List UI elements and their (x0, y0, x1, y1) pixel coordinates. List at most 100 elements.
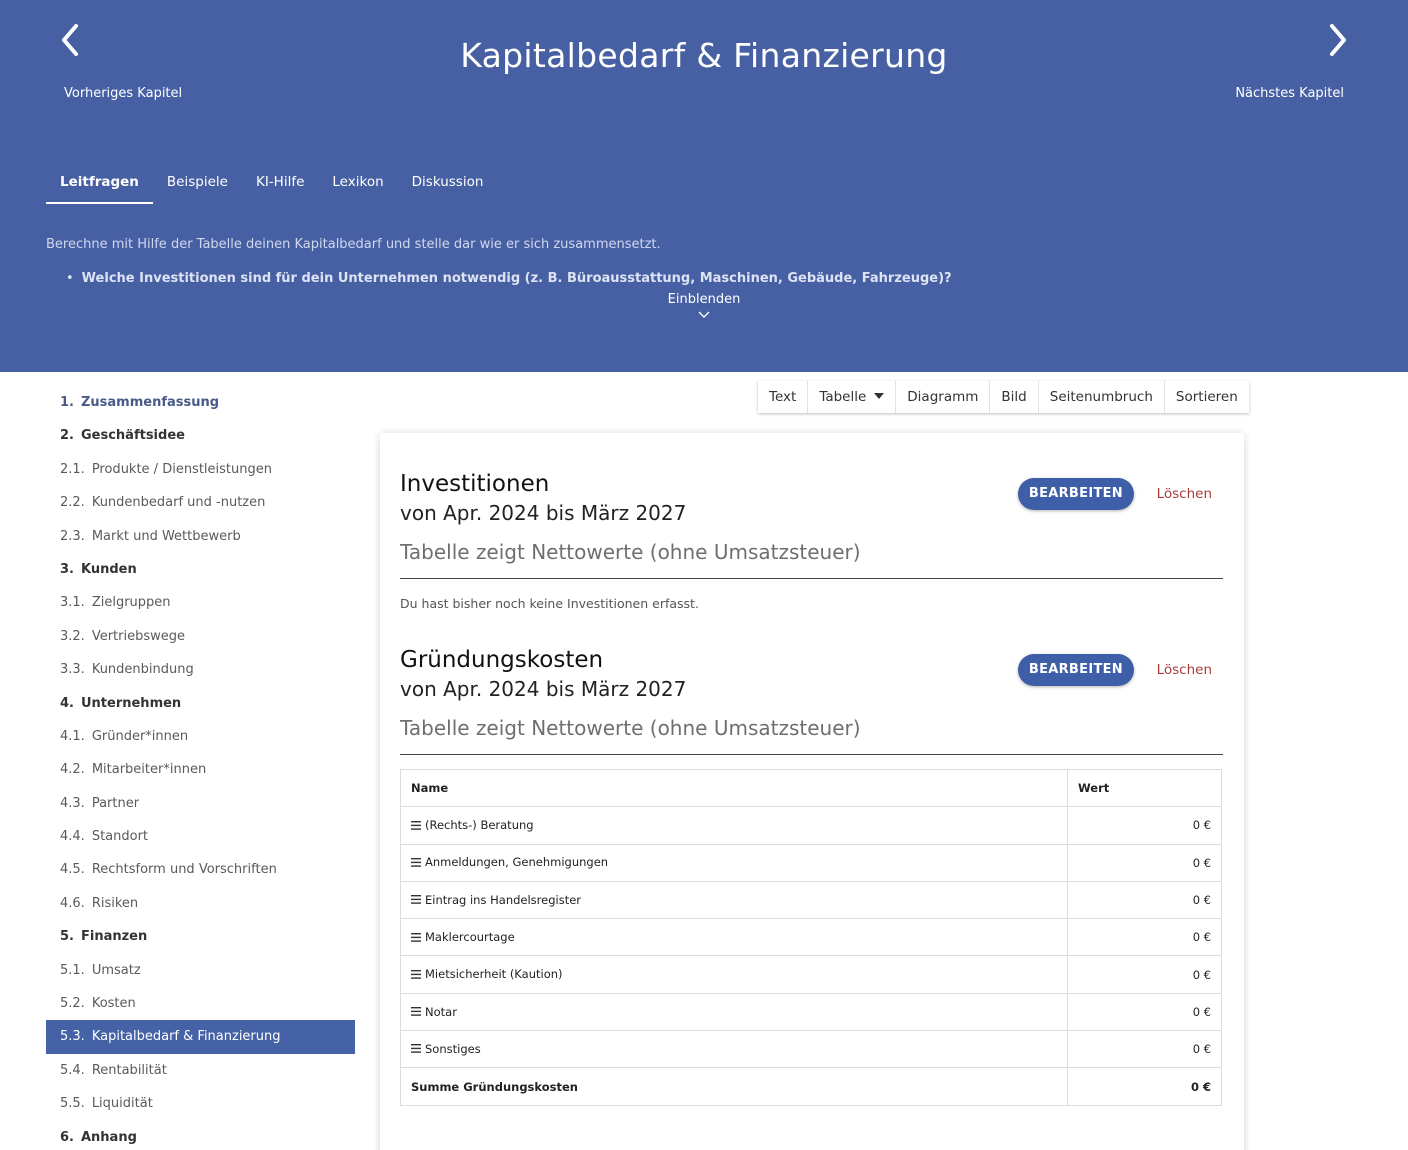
chapter-header: Vorheriges Kapitel Kapitalbedarf & Finan… (0, 0, 1408, 372)
founding-costs-net-note: Tabelle zeigt Nettowerte (ohne Umsatzste… (400, 716, 1223, 755)
sidebar-item[interactable]: 3.1. Zielgruppen (46, 586, 355, 619)
cost-name: Anmeldungen, Genehmigungen (425, 855, 609, 870)
tab-beispiele[interactable]: Beispiele (153, 162, 242, 204)
sidebar-item[interactable]: 4.6. Risiken (46, 887, 355, 920)
sidebar-item[interactable]: 4.3. Partner (46, 787, 355, 820)
tab-lexikon[interactable]: Lexikon (318, 162, 397, 204)
sidebar-item-number: 4. (60, 695, 74, 711)
cost-name: Sonstiges (425, 1041, 481, 1056)
sidebar-item-number: 4.4. (60, 829, 85, 845)
cost-name: (Rechts-) Beratung (425, 818, 534, 833)
sidebar-item[interactable]: 2.1. Produkte / Dienstleistungen (46, 453, 355, 486)
sidebar-item-number: 4.1. (60, 728, 85, 744)
sidebar-item-number: 5.2. (60, 996, 85, 1012)
cost-value-cell: 0 € (1067, 806, 1222, 845)
sidebar-item-label: Liquidität (91, 1096, 153, 1112)
sidebar-item-label: Gründer*innen (91, 728, 189, 744)
sidebar-item[interactable]: 4. Unternehmen (46, 687, 355, 720)
sidebar-item-number: 5. (60, 929, 74, 945)
table-row: Mietsicherheit (Kaution) 0 € (400, 955, 1222, 994)
sum-value: 0 € (1067, 1067, 1222, 1106)
sidebar-item[interactable]: 5.4. Rentabilität (46, 1054, 355, 1087)
drag-handle-icon[interactable] (411, 819, 421, 833)
sidebar-item-label: Umsatz (91, 962, 141, 978)
sidebar-item-number: 5.1. (60, 962, 85, 978)
investments-section: Investitionen von Apr. 2024 bis März 202… (400, 470, 1223, 611)
sidebar-item-number: 3.2. (60, 628, 85, 644)
insert-table-button[interactable]: Tabelle (808, 381, 897, 413)
insert-text-button[interactable]: Text (758, 381, 809, 413)
edit-founding-costs-button[interactable]: BEARBEITEN (1017, 654, 1134, 686)
sidebar-item-label: Unternehmen (80, 695, 182, 711)
table-row: Maklercourtage 0 € (400, 918, 1222, 957)
table-row: Sonstiges 0 € (400, 1030, 1222, 1069)
sidebar-item[interactable]: 5.2. Kosten (46, 987, 355, 1020)
sidebar-item[interactable]: 4.2. Mitarbeiter*innen (46, 753, 355, 786)
sidebar-item[interactable]: 5.5. Liquidität (46, 1087, 355, 1120)
chevron-right-icon (1326, 18, 1352, 62)
cost-name-cell: (Rechts-) Beratung (400, 806, 1068, 845)
cost-name: Mietsicherheit (Kaution) (425, 967, 563, 982)
drag-handle-icon[interactable] (411, 931, 421, 945)
investments-net-note: Tabelle zeigt Nettowerte (ohne Umsatzste… (400, 540, 1223, 579)
sidebar-item[interactable]: 5.3. Kapitalbedarf & Finanzierung (46, 1020, 355, 1054)
sidebar-item[interactable]: 4.5. Rechtsform und Vorschriften (46, 853, 355, 886)
sidebar-item[interactable]: 2.2. Kundenbedarf und -nutzen (46, 486, 355, 519)
column-header-value: Wert (1067, 768, 1222, 808)
sidebar-item[interactable]: 2. Geschäftsidee (46, 419, 355, 452)
cost-name-cell: Notar (400, 992, 1068, 1032)
sidebar-item-label: Kunden (80, 561, 137, 577)
investments-empty-message: Du hast bisher noch keine Investitionen … (400, 596, 699, 611)
sidebar-item-number: 4.2. (60, 762, 85, 778)
next-chapter-link[interactable]: Nächstes Kapitel (1202, 18, 1362, 108)
sidebar-item-label: Rentabilität (91, 1062, 167, 1078)
sidebar-item[interactable]: 2.3. Markt und Wettbewerb (46, 520, 355, 553)
drag-handle-icon[interactable] (411, 1005, 421, 1019)
insert-pagebreak-button[interactable]: Seitenumbruch (1039, 381, 1165, 413)
tab-leitfragen[interactable]: Leitfragen (46, 162, 153, 204)
sort-button[interactable]: Sortieren (1165, 381, 1249, 413)
cost-value-cell: 0 € (1067, 918, 1222, 957)
insert-chart-button[interactable]: Diagramm (896, 381, 991, 413)
table-header-row: Name Wert (400, 768, 1222, 808)
drag-handle-icon[interactable] (411, 1042, 421, 1056)
sidebar-item[interactable]: 5.1. Umsatz (46, 954, 355, 987)
sidebar-item-label: Kundenbindung (91, 662, 194, 678)
sidebar-item-label: Kosten (91, 996, 136, 1012)
sidebar-item-label: Partner (91, 795, 140, 811)
cost-value-cell: 0 € (1067, 843, 1222, 882)
sidebar-item[interactable]: 4.1. Gründer*innen (46, 720, 355, 753)
sidebar-item[interactable]: 3.2. Vertriebswege (46, 620, 355, 653)
founding-costs-section: Gründungskosten von Apr. 2024 bis März 2… (400, 646, 1223, 1106)
tab-ki-hilfe[interactable]: KI-Hilfe (242, 162, 318, 204)
sidebar-item-label: Markt und Wettbewerb (91, 528, 241, 544)
sidebar-item-label: Standort (91, 829, 149, 845)
insert-image-button[interactable]: Bild (990, 381, 1039, 413)
edit-investments-button[interactable]: BEARBEITEN (1017, 478, 1134, 510)
sidebar-item-label: Finanzen (80, 929, 148, 945)
delete-founding-costs-button[interactable]: Löschen (1157, 654, 1212, 686)
cost-name-cell: Sonstiges (400, 1030, 1068, 1069)
content-tabs: Leitfragen Beispiele KI-Hilfe Lexikon Di… (46, 162, 497, 204)
tab-diskussion[interactable]: Diskussion (398, 162, 498, 204)
sidebar-item[interactable]: 1. Zusammenfassung (46, 386, 355, 419)
sidebar-item-number: 3.1. (60, 595, 85, 611)
table-row: (Rechts-) Beratung 0 € (400, 806, 1222, 845)
founding-costs-table: Name Wert (Rechts-) Beratung 0 € Anmeldung… (400, 768, 1222, 1106)
sidebar-item[interactable]: 4.4. Standort (46, 820, 355, 853)
sidebar-item-label: Anhang (80, 1129, 137, 1145)
delete-investments-button[interactable]: Löschen (1157, 478, 1212, 510)
drag-handle-icon[interactable] (411, 856, 421, 870)
drag-handle-icon[interactable] (411, 893, 421, 907)
cost-value-cell: 0 € (1067, 880, 1222, 920)
caret-down-icon (874, 393, 885, 399)
expand-toggle[interactable]: Einblenden (0, 292, 1408, 324)
sidebar-item[interactable]: 6. Anhang (46, 1121, 355, 1150)
drag-handle-icon[interactable] (411, 968, 421, 982)
chevron-down-icon (0, 309, 1408, 324)
guide-question: Welche Investitionen sind für dein Unter… (66, 271, 952, 286)
sidebar-item[interactable]: 5. Finanzen (46, 920, 355, 953)
sidebar-item[interactable]: 3. Kunden (46, 553, 355, 586)
sidebar-item[interactable]: 3.3. Kundenbindung (46, 653, 355, 686)
sidebar-item-number: 5.3. (60, 1029, 85, 1045)
